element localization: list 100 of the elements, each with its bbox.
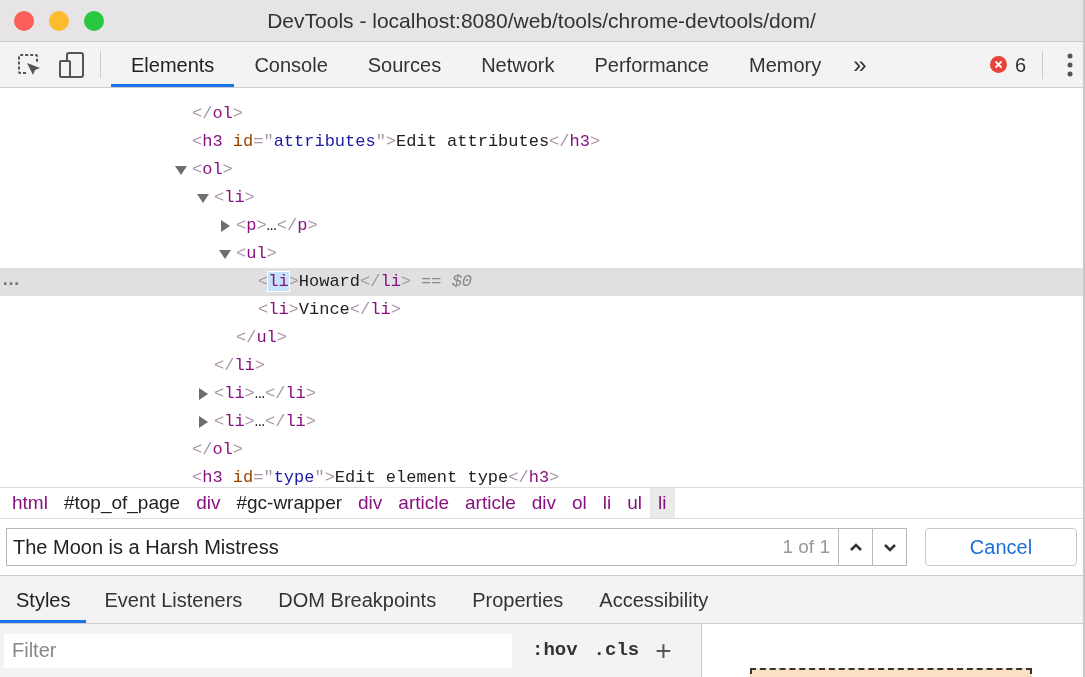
tag-bracket: </ <box>236 328 257 348</box>
tag-bracket: > <box>288 272 299 292</box>
filter-field[interactable]: Filter <box>4 633 512 668</box>
tag-bracket: > <box>254 356 265 376</box>
collapsed-triangle-icon[interactable] <box>197 388 209 400</box>
tag-bracket: </ <box>265 384 286 404</box>
new-rule-button[interactable]: + <box>655 636 678 665</box>
selected-node-row[interactable]: … <li>Howard</li> == $0 <box>0 268 1083 296</box>
node-row[interactable]: </ol> <box>0 100 1083 128</box>
tag-bracket: > <box>307 216 318 236</box>
tag-bracket: > <box>244 384 255 404</box>
tag-bracket: =" <box>253 132 274 152</box>
node-row[interactable]: <li>…</li> <box>0 380 1083 408</box>
tag-name: li <box>370 300 391 320</box>
breadcrumb[interactable]: div <box>188 488 229 518</box>
tag-name: li <box>234 356 255 376</box>
chevron-up-icon <box>848 542 863 552</box>
breadcrumb[interactable]: article <box>457 488 524 518</box>
tag-bracket: < <box>258 300 269 320</box>
attribute-value: attributes <box>273 132 376 152</box>
tag-name: li <box>285 412 306 432</box>
tag-bracket: </ <box>276 216 298 236</box>
tab[interactable]: Memory <box>729 42 842 87</box>
breadcrumb[interactable]: #gc-wrapper <box>228 488 351 518</box>
hover-state-toggle[interactable]: :hov <box>532 636 578 665</box>
tag-bracket: " <box>375 132 386 152</box>
tag-bracket: > <box>390 300 401 320</box>
tag-name: li <box>380 272 401 292</box>
breadcrumb[interactable]: ol <box>564 488 595 518</box>
expanded-triangle-icon[interactable] <box>175 164 187 176</box>
tag-bracket: > <box>232 104 243 124</box>
search-bar[interactable]: The Moon is a Harsh Mistress 1 of 1 <box>6 528 907 566</box>
node-row[interactable]: <ul> <box>0 240 1083 268</box>
panel-tab[interactable]: Properties <box>454 576 582 623</box>
collapsed-triangle-icon[interactable] <box>219 220 231 232</box>
tab[interactable]: Sources <box>347 42 462 87</box>
collapsed-triangle-icon[interactable] <box>197 416 209 428</box>
tag-bracket: < <box>214 412 225 432</box>
tab[interactable]: Console <box>234 42 348 87</box>
attribute-name: id <box>232 468 254 487</box>
tag-bracket: > <box>400 272 412 292</box>
node-row[interactable]: <h3 id="type">Edit element type</h3> <box>0 464 1083 487</box>
error-count[interactable]: 6 <box>1014 49 1026 80</box>
device-icon[interactable] <box>58 50 86 79</box>
panel-tab[interactable]: Accessibility <box>581 576 727 623</box>
tag-name: li <box>224 188 245 208</box>
node-text: Edit element type <box>334 468 509 487</box>
node-row[interactable]: <ol> <box>0 156 1083 184</box>
tag-bracket: </ <box>192 440 213 460</box>
cancel-button[interactable]: Cancel <box>925 528 1077 566</box>
attribute-name: id <box>232 132 254 152</box>
more-options-icon[interactable] <box>1067 52 1073 77</box>
tag-bracket: < <box>214 384 225 404</box>
panel-tab[interactable]: Event Listeners <box>86 576 261 623</box>
breadcrumb[interactable]: li <box>650 488 675 518</box>
tag-bracket: " <box>314 468 325 487</box>
node-row[interactable]: <h3 id="attributes">Edit attributes</h3> <box>0 128 1083 156</box>
tag-name: li <box>285 384 306 404</box>
class-toggle[interactable]: .cls <box>593 636 640 665</box>
node-row[interactable]: <li>…</li> <box>0 408 1083 436</box>
tab[interactable]: Elements <box>111 42 235 87</box>
tag-name: ol <box>212 104 233 124</box>
tag-bracket: </ <box>349 300 371 320</box>
tab[interactable]: Performance <box>574 42 729 87</box>
tab[interactable]: Network <box>461 42 575 87</box>
tag-name: h3 <box>528 468 550 487</box>
panel-tab[interactable]: DOM Breakpoints <box>260 576 455 623</box>
tag-bracket: > <box>385 132 397 152</box>
tag-bracket: > <box>305 412 317 432</box>
tag-bracket: < <box>192 160 203 180</box>
tag-bracket: > <box>266 244 277 264</box>
more-tabs-button[interactable]: » <box>841 42 879 87</box>
node-text: … <box>254 412 265 432</box>
breadcrumb[interactable]: article <box>390 488 458 518</box>
attribute-value: type <box>273 468 315 487</box>
breadcrumb[interactable]: div <box>350 488 391 518</box>
tag-name: h3 <box>569 132 590 152</box>
console-reference: == $0 <box>421 271 473 294</box>
node-row[interactable]: <p>…</p> <box>0 212 1083 240</box>
tag-name: li <box>268 272 289 292</box>
tag-bracket: </ <box>508 468 529 487</box>
node-row[interactable]: <li>Vince</li> <box>0 296 1083 324</box>
breadcrumb[interactable]: #top_of_page <box>55 488 189 518</box>
tag-bracket: > <box>222 160 233 180</box>
node-text: … <box>266 216 277 236</box>
breadcrumb[interactable]: div <box>523 488 564 518</box>
expanded-triangle-icon[interactable] <box>219 248 231 260</box>
search-field[interactable]: The Moon is a Harsh Mistress <box>7 529 783 565</box>
tag-bracket: > <box>305 384 317 404</box>
expanded-triangle-icon[interactable] <box>197 192 209 204</box>
chevron-down-icon <box>882 542 897 552</box>
tag-name: li <box>224 384 245 404</box>
node-row[interactable]: <li> <box>0 184 1083 212</box>
breadcrumb[interactable]: li <box>594 488 620 518</box>
match-count: 1 of 1 <box>782 534 831 559</box>
tag-bracket: < <box>236 216 247 236</box>
tag-bracket: < <box>192 468 203 487</box>
breadcrumb[interactable]: ul <box>619 488 651 518</box>
tag-bracket: > <box>276 328 287 348</box>
breadcrumb[interactable]: html <box>4 488 56 518</box>
